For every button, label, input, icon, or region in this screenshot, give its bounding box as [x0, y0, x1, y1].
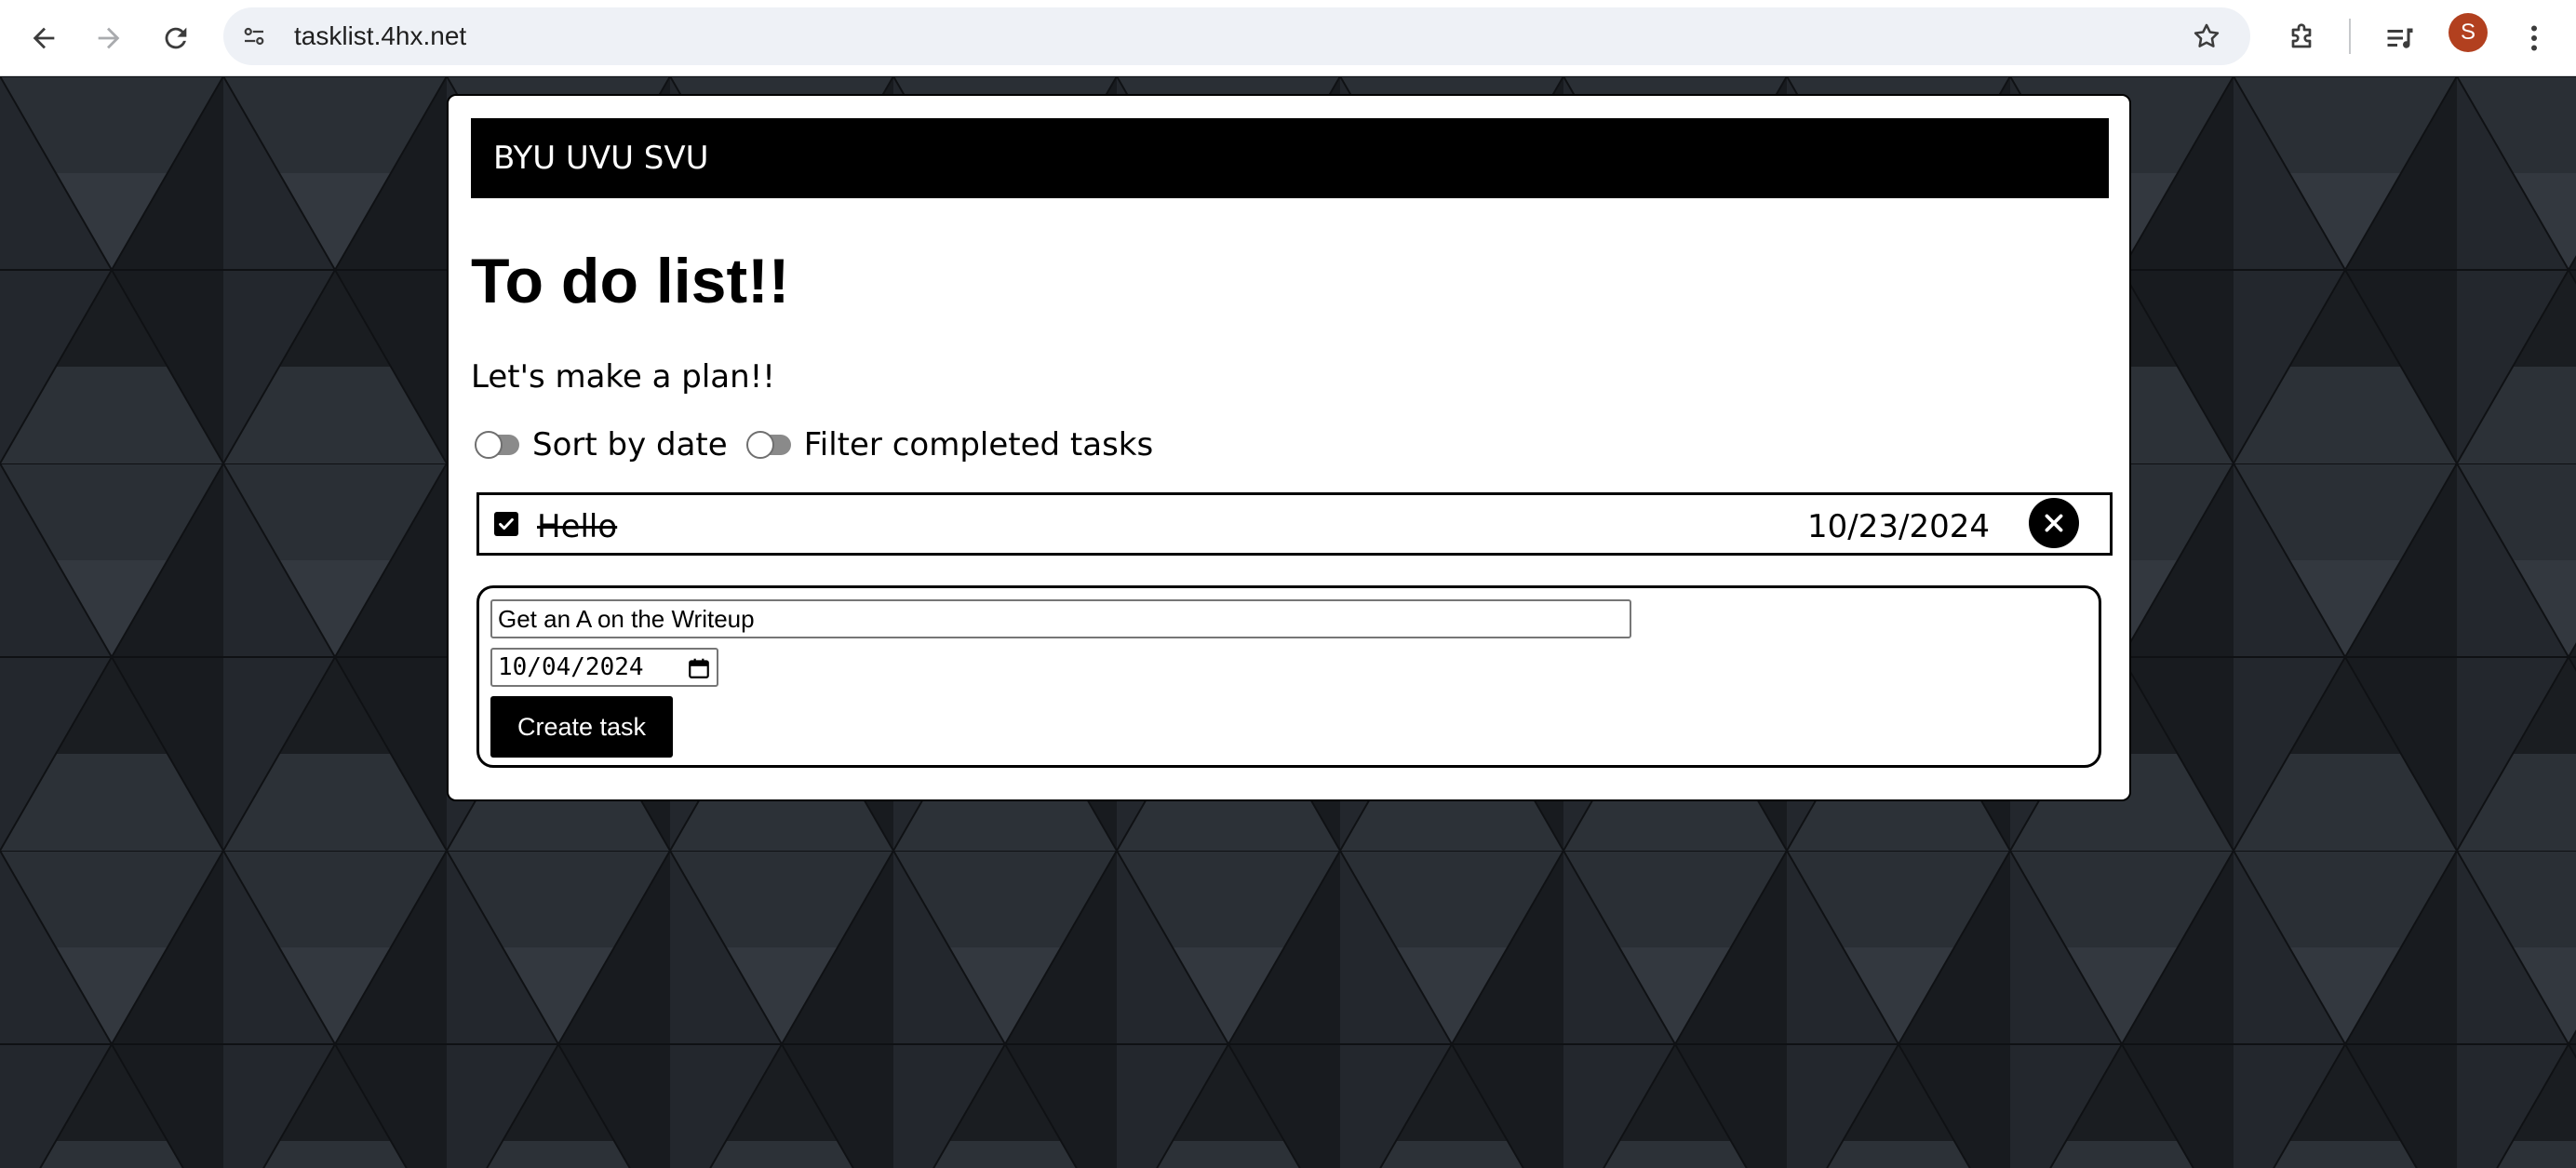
more-menu-icon [2531, 25, 2537, 51]
task-item: Hello 10/23/2024 [476, 492, 2113, 556]
site-header: BYU UVU SVU [471, 118, 2109, 198]
checkmark-icon [499, 517, 514, 530]
page-background: BYU UVU SVU To do list!! Let's make a pl… [0, 76, 2576, 1168]
bookmark-button[interactable] [2183, 13, 2230, 60]
media-controls-button[interactable] [2373, 11, 2427, 65]
calendar-icon[interactable] [687, 656, 711, 680]
sort-by-date-label: Sort by date [532, 426, 728, 463]
extensions-icon [2291, 23, 2312, 48]
filter-completed-label: Filter completed tasks [803, 426, 1154, 463]
toggle-knob [745, 431, 774, 459]
profile-avatar[interactable]: S [2449, 13, 2488, 52]
forward-arrow-icon [98, 27, 120, 49]
reload-button[interactable] [149, 11, 203, 65]
browser-toolbar: tasklist.4hx.net S [0, 0, 2576, 76]
bookmark-star-icon [2194, 23, 2220, 47]
task-complete-checkbox[interactable] [494, 512, 518, 536]
extensions-button[interactable] [2274, 11, 2328, 65]
toggle-row: Sort by date Filter completed tasks [471, 423, 1168, 466]
more-menu-button[interactable] [2507, 11, 2561, 65]
url-text[interactable]: tasklist.4hx.net [294, 7, 466, 65]
sort-by-date-toggle[interactable] [475, 431, 519, 459]
task-name-input[interactable] [490, 599, 1631, 638]
page-subtitle: Let's make a plan!! [471, 358, 775, 396]
new-task-form: 10/04/2024 Create task [476, 585, 2101, 768]
task-name: Hello [537, 508, 618, 545]
delete-task-button[interactable] [2029, 498, 2079, 548]
reload-icon [165, 27, 187, 49]
site-brand[interactable]: BYU UVU SVU [493, 118, 709, 198]
todo-card: BYU UVU SVU To do list!! Let's make a pl… [447, 94, 2131, 801]
toolbar-divider [2349, 19, 2351, 54]
task-date: 10/23/2024 [1807, 508, 1990, 545]
toggle-knob [475, 431, 503, 459]
page-title: To do list!! [471, 246, 790, 316]
filter-completed-toggle[interactable] [745, 431, 791, 459]
back-button[interactable] [17, 11, 71, 65]
create-task-button[interactable]: Create task [490, 696, 673, 758]
site-info-icon [244, 27, 264, 46]
forward-button[interactable] [82, 11, 136, 65]
close-icon [2045, 514, 2063, 532]
site-info-button[interactable] [231, 13, 277, 60]
task-date-input[interactable]: 10/04/2024 [490, 648, 718, 687]
media-controls-icon [2387, 28, 2413, 48]
back-arrow-icon [33, 27, 55, 49]
address-bar[interactable]: tasklist.4hx.net [223, 7, 2250, 65]
date-input-value: 10/04/2024 [498, 653, 644, 681]
